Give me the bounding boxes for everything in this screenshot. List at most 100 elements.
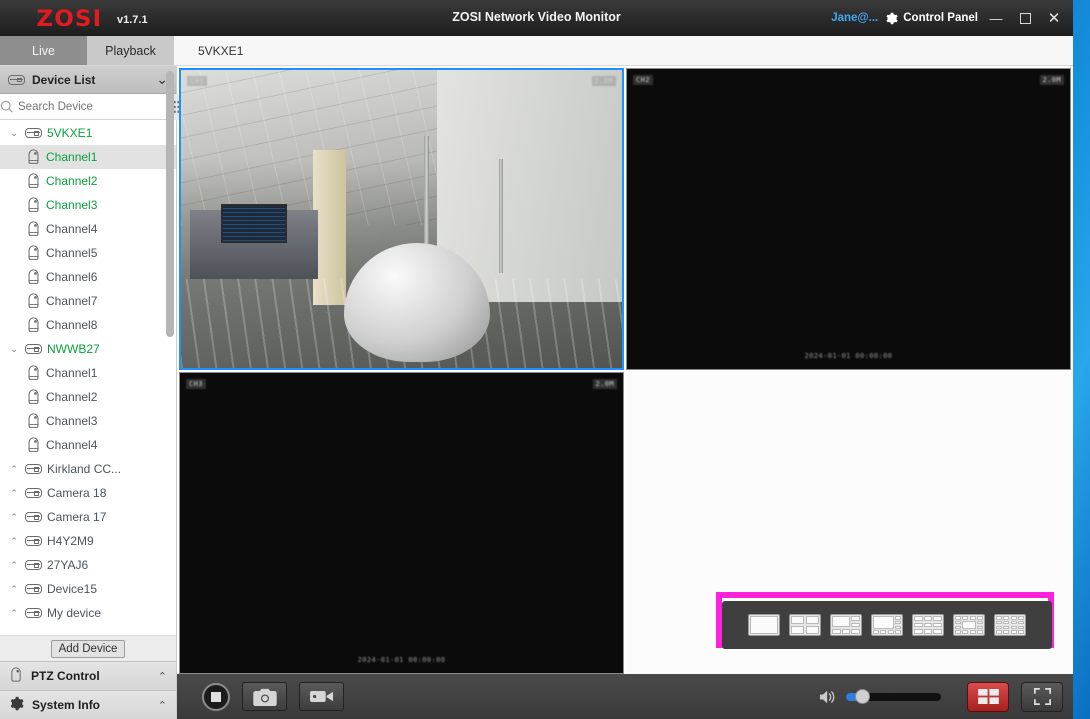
chevron-up-icon[interactable]: ⌃ bbox=[8, 464, 20, 475]
minimize-button[interactable]: — bbox=[985, 5, 1007, 31]
layout-option-9-split[interactable] bbox=[912, 614, 944, 636]
chevron-up-icon[interactable]: ⌃ bbox=[8, 608, 20, 619]
osd-channel-label-2: CH2 bbox=[633, 75, 653, 85]
device-label: Kirkland CC... bbox=[47, 462, 121, 476]
channel-label: Channel8 bbox=[46, 318, 97, 332]
layout-option-16-split[interactable] bbox=[994, 614, 1026, 636]
right-controls bbox=[819, 682, 1073, 712]
chevron-down-icon[interactable]: ⌄ bbox=[8, 344, 20, 355]
device-label: H4Y2M9 bbox=[47, 534, 94, 548]
speaker-icon[interactable] bbox=[819, 689, 838, 705]
device-node-nwwb27[interactable]: ⌄ NWWB27 bbox=[0, 337, 176, 361]
nvr-icon bbox=[25, 584, 42, 594]
sidebar-panel-ptz-control[interactable]: PTZ Control ⌃ bbox=[0, 661, 176, 690]
channel-item[interactable]: Channel2 bbox=[0, 385, 176, 409]
control-panel-button[interactable]: Control Panel bbox=[885, 12, 978, 25]
layout-option-6-split[interactable] bbox=[830, 614, 862, 636]
volume-knob[interactable] bbox=[855, 689, 870, 704]
camera-icon bbox=[26, 413, 41, 429]
ptz-control-label: PTZ Control bbox=[31, 669, 100, 683]
channel-item[interactable]: Channel3 bbox=[0, 193, 176, 217]
channel-item[interactable]: Channel3 bbox=[0, 409, 176, 433]
layout-option-13-split[interactable] bbox=[953, 614, 985, 636]
stop-button[interactable] bbox=[202, 683, 230, 711]
video-cell-2[interactable]: CH2 2.0M 2024-01-01 00:00:00 bbox=[626, 68, 1071, 370]
osd-stream-label-1: 2.0M bbox=[592, 76, 616, 86]
volume-slider[interactable] bbox=[846, 693, 941, 701]
video-cell-3[interactable]: CH3 2.0M 2024-01-01 00:00:00 bbox=[179, 372, 624, 674]
split-screen-button[interactable] bbox=[967, 682, 1009, 712]
chevron-up-icon[interactable]: ⌃ bbox=[158, 670, 167, 683]
device-node-camera-17[interactable]: ⌃Camera 17 bbox=[0, 505, 176, 529]
channel-item[interactable]: Channel4 bbox=[0, 217, 176, 241]
sidebar-panel-system-info[interactable]: System Info ⌃ bbox=[0, 690, 176, 719]
camera-icon bbox=[26, 173, 41, 189]
layout-option-8-split[interactable] bbox=[871, 614, 903, 636]
channel-label: Channel7 bbox=[46, 294, 97, 308]
channel-item[interactable]: Channel8 bbox=[0, 313, 176, 337]
search-icon bbox=[0, 100, 14, 114]
device-label: 5VKXE1 bbox=[47, 126, 92, 140]
control-panel-label: Control Panel bbox=[903, 12, 978, 24]
add-device-bar: Add Device bbox=[0, 635, 176, 661]
channel-label: Channel3 bbox=[46, 414, 97, 428]
sidebar-scrollbar[interactable] bbox=[166, 71, 174, 337]
tab-playback[interactable]: Playback bbox=[87, 36, 174, 65]
device-label: My device bbox=[47, 606, 101, 620]
device-label: 27YAJ6 bbox=[47, 558, 88, 572]
device-list-header[interactable]: Device List ⌄ bbox=[0, 66, 176, 94]
device-label: NWWB27 bbox=[47, 342, 100, 356]
chevron-up-icon[interactable]: ⌃ bbox=[8, 512, 20, 523]
tab-device-5vkxe1[interactable]: 5VKXE1 bbox=[174, 36, 1073, 65]
search-input[interactable] bbox=[14, 101, 172, 113]
chevron-up-icon[interactable]: ⌃ bbox=[8, 488, 20, 499]
device-label: Device15 bbox=[47, 582, 97, 596]
device-node-kirkland-cc-[interactable]: ⌃ Kirkland CC... bbox=[0, 457, 176, 481]
search-bar bbox=[0, 94, 176, 120]
titlebar-actions: Jane@... Control Panel — ✕ bbox=[831, 0, 1065, 36]
camera-icon bbox=[26, 197, 41, 213]
device-node-h4y2m9[interactable]: ⌃ H4Y2M9 bbox=[0, 529, 176, 553]
nvr-icon bbox=[25, 512, 42, 522]
close-button[interactable]: ✕ bbox=[1043, 5, 1065, 31]
channel-item[interactable]: Channel6 bbox=[0, 265, 176, 289]
maximize-button[interactable] bbox=[1014, 5, 1036, 31]
device-node-camera-18[interactable]: ⌃ Camera 18 bbox=[0, 481, 176, 505]
add-device-button[interactable]: Add Device bbox=[51, 640, 126, 658]
channel-item[interactable]: Channel1 bbox=[0, 361, 176, 385]
layout-option-1-split[interactable] bbox=[748, 614, 780, 636]
device-node-5vkxe1[interactable]: ⌄ 5VKXE1 bbox=[0, 121, 176, 145]
record-button[interactable] bbox=[299, 682, 344, 711]
nvr-icon bbox=[25, 344, 42, 354]
osd-timestamp-3: 2024-01-01 00:00:00 bbox=[355, 655, 449, 665]
fullscreen-button[interactable] bbox=[1021, 682, 1063, 712]
channel-label: Channel5 bbox=[46, 246, 97, 260]
device-tree[interactable]: ⌄5VKXE1Channel1Channel2Channel3Channel4C… bbox=[0, 120, 176, 635]
chevron-up-icon[interactable]: ⌃ bbox=[8, 560, 20, 571]
channel-item[interactable]: Channel2 bbox=[0, 169, 176, 193]
channel-item[interactable]: Channel1 bbox=[0, 145, 176, 169]
layout-popup[interactable] bbox=[722, 601, 1052, 649]
chevron-up-icon[interactable]: ⌃ bbox=[158, 699, 167, 712]
device-node-device15[interactable]: ⌃ Device15 bbox=[0, 577, 176, 601]
gear-icon bbox=[885, 12, 898, 25]
camera-icon bbox=[26, 245, 41, 261]
video-grid: CH1 2.0M CH2 2.0M 2024-01-01 00:00:00 CH… bbox=[177, 66, 1073, 674]
channel-item[interactable]: Channel4 bbox=[0, 433, 176, 457]
camera-icon bbox=[26, 269, 41, 285]
chevron-down-icon[interactable]: ⌄ bbox=[8, 128, 20, 139]
snapshot-button[interactable] bbox=[242, 682, 287, 711]
device-node-my-device[interactable]: ⌃ My device bbox=[0, 601, 176, 625]
channel-item[interactable]: Channel7 bbox=[0, 289, 176, 313]
device-label: Camera 18 bbox=[47, 486, 106, 500]
tab-live[interactable]: Live bbox=[0, 36, 87, 65]
device-node-27yaj6[interactable]: ⌃ 27YAJ6 bbox=[0, 553, 176, 577]
layout-option-4-split[interactable] bbox=[789, 614, 821, 636]
user-menu[interactable]: Jane@... bbox=[831, 12, 878, 24]
chevron-up-icon[interactable]: ⌃ bbox=[8, 536, 20, 547]
chevron-up-icon[interactable]: ⌃ bbox=[8, 584, 20, 595]
channel-item[interactable]: Channel5 bbox=[0, 241, 176, 265]
camera-icon bbox=[26, 317, 41, 333]
nvr-icon bbox=[25, 464, 42, 474]
video-cell-1[interactable]: CH1 2.0M bbox=[179, 68, 624, 370]
